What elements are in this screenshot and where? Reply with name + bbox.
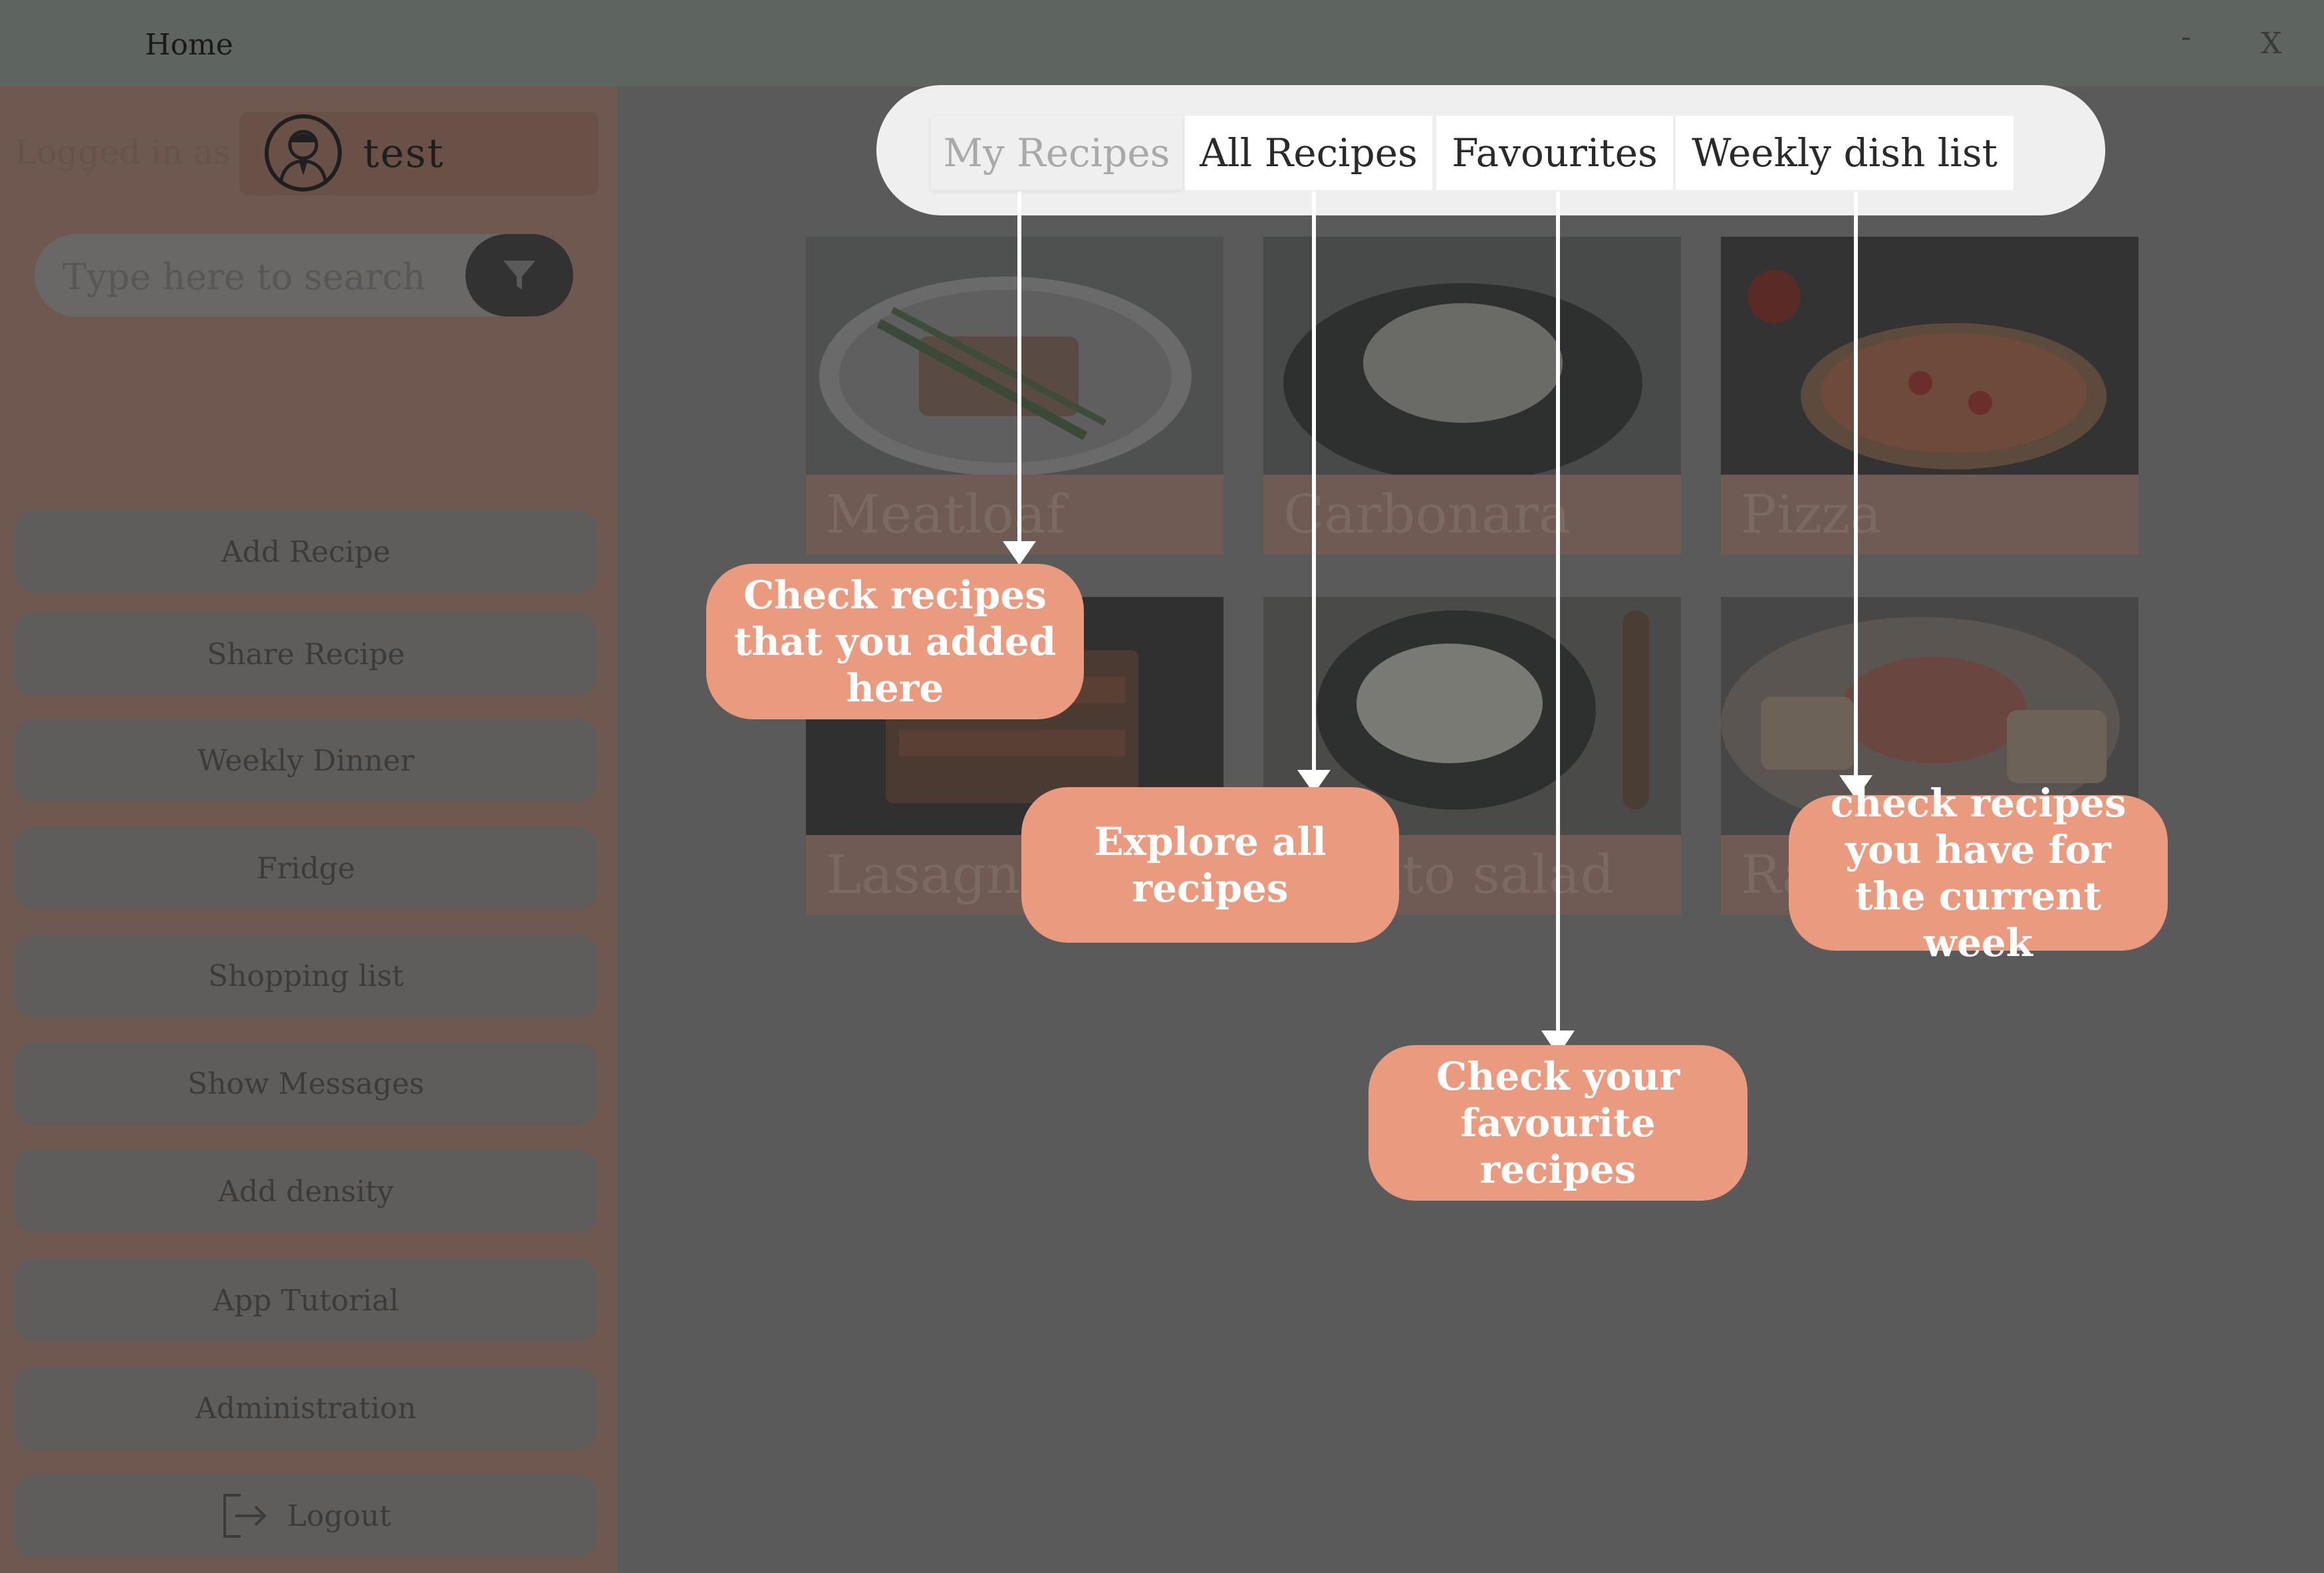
show-messages-button[interactable]: Show Messages xyxy=(15,1042,597,1125)
recipe-name: Pizza xyxy=(1721,475,2138,554)
recipe-name: Carbonara xyxy=(1263,475,1681,554)
username: test xyxy=(363,130,445,177)
callout-all-recipes: Explore all recipes xyxy=(1021,787,1399,943)
administration-button[interactable]: Administration xyxy=(15,1367,597,1449)
add-density-button[interactable]: Add density xyxy=(15,1150,597,1233)
add-recipe-button[interactable]: Add Recipe xyxy=(15,511,597,593)
recipe-image xyxy=(1263,237,1681,475)
recipe-card[interactable]: Pizza xyxy=(1721,237,2138,554)
logout-label: Logout xyxy=(287,1499,392,1533)
funnel-icon xyxy=(503,261,535,290)
callout-my-recipes: Check recipes that you added here xyxy=(706,564,1084,719)
recipe-image xyxy=(1721,237,2138,475)
recipe-name: Meatloaf xyxy=(806,475,1224,554)
minimize-button[interactable]: - xyxy=(2181,20,2191,54)
filter-button[interactable] xyxy=(465,234,573,316)
share-recipe-button[interactable]: Share Recipe xyxy=(15,613,597,695)
user-avatar-icon xyxy=(265,114,342,191)
title-bar xyxy=(0,0,2324,86)
tab-favourites[interactable]: Favourites xyxy=(1436,116,1673,190)
window-title: Home xyxy=(145,28,233,62)
app-tutorial-button[interactable]: App Tutorial xyxy=(15,1259,597,1342)
tab-my-recipes[interactable]: My Recipes xyxy=(931,116,1182,190)
logout-icon xyxy=(223,1494,267,1538)
weekly-dinner-button[interactable]: Weekly Dinner xyxy=(15,719,597,802)
logged-in-label: Logged in as xyxy=(15,133,231,172)
logout-button[interactable]: Logout xyxy=(15,1475,597,1557)
tab-weekly-dish-list[interactable]: Weekly dish list xyxy=(1676,116,2013,190)
callout-favourites: Check your favourite recipes xyxy=(1368,1045,1747,1201)
shopping-list-button[interactable]: Shopping list xyxy=(15,935,597,1017)
search-input[interactable] xyxy=(61,253,456,301)
recipe-card[interactable]: Carbonara xyxy=(1263,237,1681,554)
recipe-card[interactable]: Meatloaf xyxy=(806,237,1224,554)
close-button[interactable]: X xyxy=(2261,27,2281,60)
tab-all-recipes[interactable]: All Recipes xyxy=(1185,116,1432,190)
callout-weekly-dish-list: check recipes you have for the current w… xyxy=(1789,781,2168,965)
fridge-button[interactable]: Fridge xyxy=(15,827,597,909)
recipe-image xyxy=(806,237,1224,475)
